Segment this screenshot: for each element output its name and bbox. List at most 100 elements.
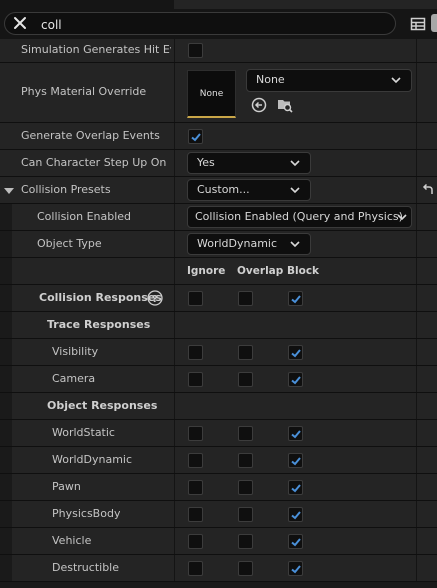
- search-box[interactable]: [4, 12, 396, 35]
- response-label: Destructible: [52, 561, 119, 574]
- check-icon: [291, 349, 301, 358]
- all-overlap-checkbox[interactable]: [238, 291, 253, 306]
- object-type-label: Object Type: [37, 237, 102, 250]
- presets-dropdown[interactable]: Custom...: [187, 179, 311, 201]
- thumbnail-label: None: [199, 89, 224, 99]
- check-icon: [291, 376, 301, 385]
- row-sim-hit: Simulation Generates Hit Ev...: [0, 39, 437, 63]
- search-input[interactable]: [39, 15, 383, 34]
- response-row: Pawn: [0, 474, 437, 501]
- response-row: PhysicsBody: [0, 501, 437, 528]
- phys-mat-thumbnail[interactable]: None: [187, 70, 236, 118]
- reset-arrow-icon[interactable]: [251, 97, 267, 116]
- all-block-checkbox[interactable]: [288, 291, 303, 306]
- collision-enabled-value: Collision Enabled (Query and Physics): [195, 210, 403, 223]
- block-checkbox[interactable]: [288, 372, 303, 387]
- trace-responses-label: Trace Responses: [47, 318, 151, 331]
- sim-hit-checkbox[interactable]: [188, 43, 203, 58]
- block-checkbox[interactable]: [288, 534, 303, 549]
- chevron-down-icon: [290, 160, 300, 167]
- chevron-down-icon: [290, 187, 300, 194]
- response-row: Visibility: [0, 339, 437, 366]
- response-label: Camera: [52, 372, 96, 385]
- expand-arrow-icon[interactable]: [4, 186, 14, 199]
- help-icon[interactable]: ?: [147, 290, 163, 309]
- response-label: WorldStatic: [52, 426, 115, 439]
- row-collision-enabled: Collision Enabled Collision Enabled (Que…: [0, 204, 437, 231]
- overlap-label: Generate Overlap Events: [21, 129, 160, 142]
- row-object-responses: Object Responses: [0, 393, 437, 420]
- block-checkbox[interactable]: [288, 480, 303, 495]
- check-icon: [291, 511, 301, 520]
- check-icon: [291, 484, 301, 493]
- object-type-value: WorldDynamic: [197, 237, 278, 250]
- phys-mat-label: Phys Material Override: [21, 85, 147, 98]
- grid-view-icon[interactable]: [410, 16, 426, 32]
- phys-mat-dropdown[interactable]: None: [246, 69, 412, 92]
- row-trace-responses: Trace Responses: [0, 312, 437, 339]
- response-label: Vehicle: [52, 534, 92, 547]
- overlap-checkbox[interactable]: [238, 561, 253, 576]
- overlap-checkbox[interactable]: [238, 534, 253, 549]
- ignore-column-header: Ignore: [187, 265, 226, 277]
- check-icon: [291, 457, 301, 466]
- overlap-checkbox[interactable]: [238, 507, 253, 522]
- overlap-checkbox[interactable]: [238, 453, 253, 468]
- step-up-dropdown[interactable]: Yes: [187, 152, 311, 174]
- overlap-checkbox[interactable]: [238, 372, 253, 387]
- response-row: WorldStatic: [0, 420, 437, 447]
- step-up-value: Yes: [197, 156, 215, 169]
- row-presets: Collision Presets Custom...: [0, 177, 437, 204]
- settings-icon[interactable]: [431, 14, 437, 32]
- ignore-checkbox[interactable]: [188, 480, 203, 495]
- chevron-down-icon: [391, 77, 401, 84]
- browse-icon[interactable]: [277, 97, 293, 116]
- overlap-checkbox[interactable]: [238, 480, 253, 495]
- block-checkbox[interactable]: [288, 507, 303, 522]
- check-icon: [291, 295, 301, 304]
- row-collision-responses: Collision Responses ?: [0, 285, 437, 312]
- ignore-checkbox[interactable]: [188, 507, 203, 522]
- step-up-label: Can Character Step Up On: [21, 156, 167, 169]
- ignore-checkbox[interactable]: [188, 534, 203, 549]
- overlap-checkbox[interactable]: [188, 129, 203, 144]
- all-ignore-checkbox[interactable]: [188, 291, 203, 306]
- overlap-column-header: Overlap: [237, 265, 284, 277]
- ignore-checkbox[interactable]: [188, 372, 203, 387]
- response-row: Vehicle: [0, 528, 437, 555]
- close-icon[interactable]: [12, 15, 28, 31]
- check-icon: [291, 430, 301, 439]
- collision-responses-label: Collision Responses: [39, 291, 162, 304]
- reset-to-default-icon[interactable]: [421, 183, 435, 200]
- response-label: Pawn: [52, 480, 81, 493]
- block-checkbox[interactable]: [288, 453, 303, 468]
- collision-enabled-dropdown[interactable]: Collision Enabled (Query and Physics): [187, 206, 412, 228]
- block-checkbox[interactable]: [288, 345, 303, 360]
- ignore-checkbox[interactable]: [188, 426, 203, 441]
- block-checkbox[interactable]: [288, 561, 303, 576]
- svg-text:?: ?: [152, 294, 158, 305]
- response-label: Visibility: [52, 345, 99, 358]
- object-responses-label: Object Responses: [47, 399, 158, 412]
- check-icon: [291, 565, 301, 574]
- row-overlap: Generate Overlap Events: [0, 123, 437, 150]
- object-type-dropdown[interactable]: WorldDynamic: [187, 233, 311, 255]
- chevron-down-icon: [397, 214, 407, 221]
- response-row: Camera: [0, 366, 437, 393]
- presets-value: Custom...: [197, 183, 250, 196]
- overlap-checkbox[interactable]: [238, 426, 253, 441]
- overlap-checkbox[interactable]: [238, 345, 253, 360]
- row-column-headers: Ignore Overlap Block: [0, 258, 437, 285]
- block-column-header: Block: [287, 265, 320, 277]
- ignore-checkbox[interactable]: [188, 453, 203, 468]
- sim-hit-label: Simulation Generates Hit Ev...: [21, 43, 171, 56]
- header-strip: [174, 0, 437, 9]
- row-object-type: Object Type WorldDynamic: [0, 231, 437, 258]
- ignore-checkbox[interactable]: [188, 345, 203, 360]
- chevron-down-icon: [290, 241, 300, 248]
- phys-mat-value: None: [256, 73, 285, 86]
- block-checkbox[interactable]: [288, 426, 303, 441]
- collision-enabled-label: Collision Enabled: [37, 210, 132, 223]
- row-step-up: Can Character Step Up On Yes: [0, 150, 437, 177]
- ignore-checkbox[interactable]: [188, 561, 203, 576]
